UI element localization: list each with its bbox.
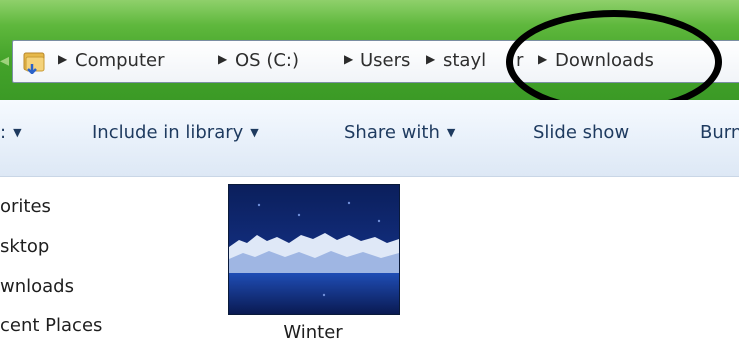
crumb-computer[interactable]: Computer xyxy=(75,50,164,71)
folder-icon xyxy=(23,52,45,74)
chevron-down-icon: ▼ xyxy=(250,126,259,139)
include-in-library-button[interactable]: Include in library ▼ xyxy=(92,122,259,143)
breadcrumb-separator-icon[interactable]: ▶ xyxy=(58,52,67,66)
sidebar-item-desktop[interactable]: sktop xyxy=(0,236,49,257)
burn-button[interactable]: Burn xyxy=(700,122,739,143)
winter-image-thumbnail[interactable] xyxy=(228,184,400,315)
crumb-os-c[interactable]: OS (C:) xyxy=(235,50,299,71)
breadcrumb-separator-icon[interactable]: ▶ xyxy=(344,52,353,66)
crumb-stayl-left[interactable]: stayl xyxy=(443,50,486,71)
breadcrumb-separator-icon[interactable]: ▶ xyxy=(426,52,435,66)
sidebar-item-downloads[interactable]: wnloads xyxy=(0,276,74,297)
sidebar-item-recent-places[interactable]: cent Places xyxy=(0,315,102,336)
slide-show-button[interactable]: Slide show xyxy=(533,122,629,143)
file-name-label[interactable]: Winter xyxy=(228,322,398,343)
crumb-users[interactable]: Users xyxy=(360,50,410,71)
highlight-circle xyxy=(506,10,722,114)
chevron-down-icon: ▼ xyxy=(13,126,22,139)
organize-menu[interactable]: : ▼ xyxy=(0,122,22,143)
back-arrow-icon[interactable]: ◂ xyxy=(0,51,10,71)
breadcrumb-separator-icon[interactable]: ▶ xyxy=(218,52,227,66)
share-with-button[interactable]: Share with ▼ xyxy=(344,122,455,143)
chevron-down-icon: ▼ xyxy=(446,126,456,139)
sidebar-item-favorites[interactable]: orites xyxy=(0,196,51,217)
